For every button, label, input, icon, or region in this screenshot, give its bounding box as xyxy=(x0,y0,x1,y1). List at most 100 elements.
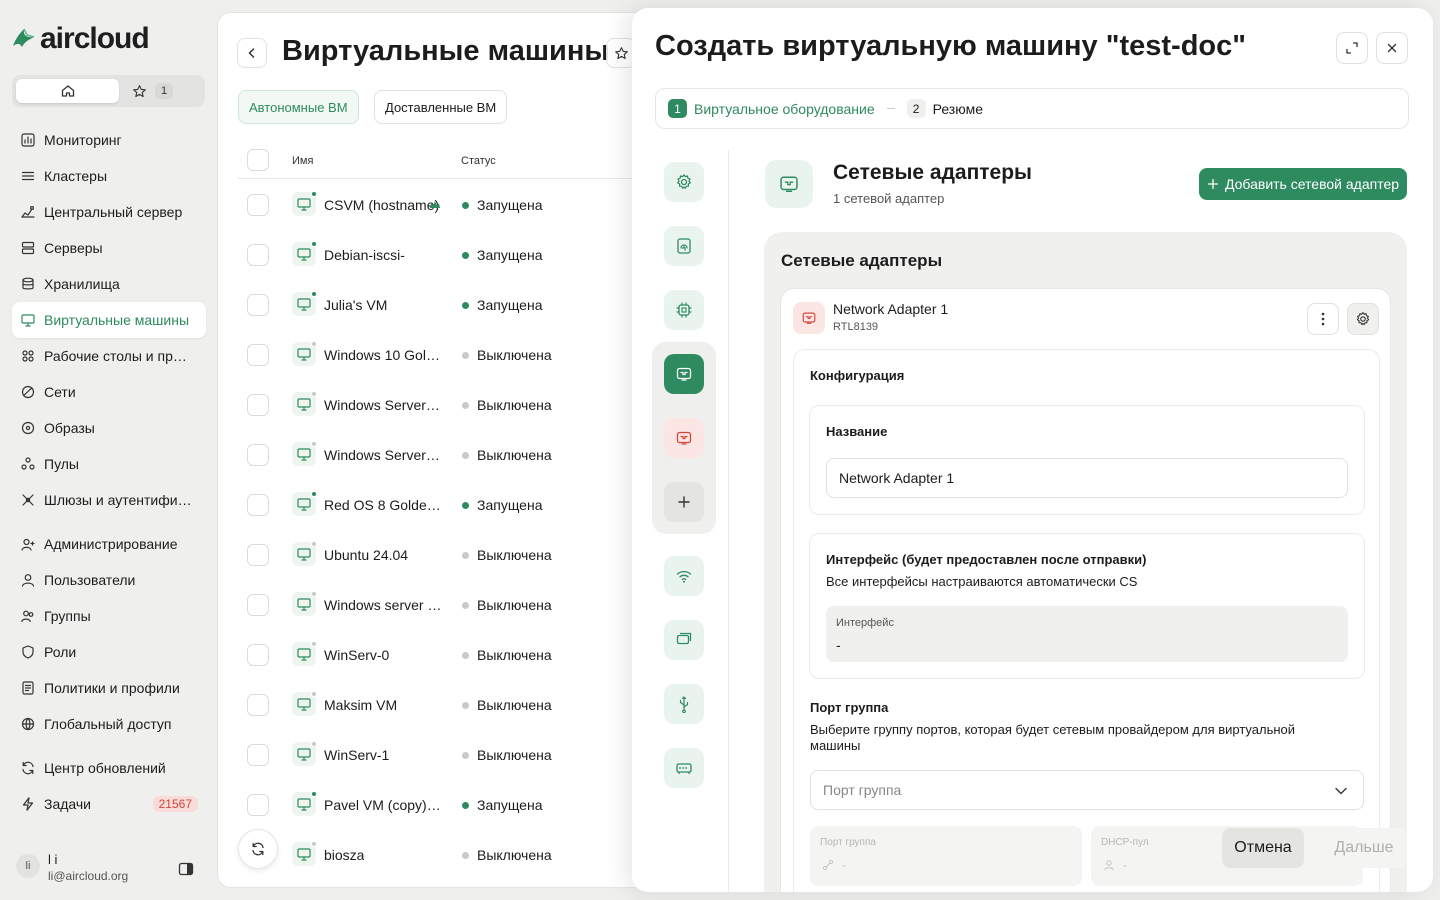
table-row[interactable]: Red OS 8 Golden Image Запущена xyxy=(238,480,696,530)
column-name[interactable]: Имя xyxy=(292,155,313,167)
sidebar-item[interactable]: Политики и профили xyxy=(12,670,206,706)
sidebar-item[interactable]: Серверы xyxy=(12,230,206,266)
row-checkbox[interactable] xyxy=(247,744,269,766)
table-row[interactable]: WinServ-0 Выключена xyxy=(238,630,696,680)
sidebar-item[interactable]: Глобальный доступ xyxy=(12,706,206,742)
refresh-button[interactable] xyxy=(238,829,278,869)
table-row[interactable]: CSVM (hostname) Запущена xyxy=(238,180,696,230)
vm-name[interactable]: Debian-iscsi- xyxy=(324,247,405,263)
row-checkbox[interactable] xyxy=(247,644,269,666)
sidebar-item[interactable]: Виртуальные машины xyxy=(12,302,206,338)
table-row[interactable]: Windows 10 Golden Выключена xyxy=(238,330,696,380)
add-network-adapter-button[interactable]: Добавить сетевой адаптер xyxy=(1199,168,1407,200)
table-row[interactable]: Windows Server 2022 Выключена xyxy=(238,380,696,430)
next-button[interactable]: Дальше xyxy=(1321,828,1407,868)
row-checkbox[interactable] xyxy=(247,594,269,616)
logo[interactable]: aircloud xyxy=(10,22,150,56)
category-general[interactable] xyxy=(664,162,704,202)
category-network-adapter-1[interactable] xyxy=(664,418,704,458)
vm-name[interactable]: Maksim VM xyxy=(324,697,397,713)
row-checkbox[interactable] xyxy=(247,244,269,266)
favorites-button[interactable]: 1 xyxy=(132,79,174,103)
cancel-button[interactable]: Отмена xyxy=(1222,828,1304,868)
user-profile[interactable]: li l i li@aircloud.org xyxy=(16,852,206,884)
vm-name[interactable]: Windows Server 2019 xyxy=(324,447,442,463)
row-checkbox[interactable] xyxy=(247,694,269,716)
row-checkbox[interactable] xyxy=(247,494,269,516)
category-display[interactable] xyxy=(664,620,704,660)
sidebar-item[interactable]: Группы xyxy=(12,598,206,634)
add-adapter-shortcut[interactable] xyxy=(664,482,704,522)
port-group-select[interactable]: Порт группа xyxy=(810,770,1364,810)
tab-delivered-vms[interactable]: Доставленные ВМ xyxy=(374,90,508,124)
table-row[interactable]: Debian-iscsi- Запущена xyxy=(238,230,696,280)
world-icon xyxy=(20,716,36,732)
adapter-name-input[interactable]: Network Adapter 1 xyxy=(826,458,1348,498)
close-button[interactable] xyxy=(1376,32,1408,64)
sidebar-toggle-icon[interactable] xyxy=(178,861,194,877)
status-dot xyxy=(462,401,469,409)
sidebar-item[interactable]: Мониторинг xyxy=(12,122,206,158)
row-checkbox[interactable] xyxy=(247,544,269,566)
category-wireless[interactable] xyxy=(664,556,704,596)
sidebar-item[interactable]: Кластеры xyxy=(12,158,206,194)
step-summary[interactable]: 2 Резюме xyxy=(906,99,983,118)
row-checkbox[interactable] xyxy=(247,394,269,416)
quick-access: 1 xyxy=(12,75,205,107)
table-row[interactable]: Windows server full Выключена xyxy=(238,580,696,630)
table-row[interactable]: WinServ-1 Выключена xyxy=(238,730,696,780)
row-checkbox[interactable] xyxy=(247,294,269,316)
sidebar-item[interactable]: Сети xyxy=(12,374,206,410)
category-cpu[interactable] xyxy=(664,290,704,330)
sidebar-item[interactable]: Образы xyxy=(12,410,206,446)
sidebar-item[interactable]: Задачи 21567 xyxy=(12,786,206,822)
sidebar-item[interactable]: Рабочие столы и приложения xyxy=(12,338,206,374)
table-row[interactable]: Maksim VM Выключена xyxy=(238,680,696,730)
vm-name[interactable]: Pavel VM (copy) de xyxy=(324,797,442,813)
vm-name[interactable]: Julia's VM xyxy=(324,297,387,313)
network-icon xyxy=(20,204,36,220)
back-button[interactable] xyxy=(237,38,267,68)
sidebar-item[interactable]: Центр обновлений xyxy=(12,750,206,786)
vm-name[interactable]: CSVM (hostname) xyxy=(324,197,439,213)
row-checkbox[interactable] xyxy=(247,344,269,366)
table-row[interactable]: biosza Выключена xyxy=(238,830,696,880)
sidebar-item[interactable]: Хранилища xyxy=(12,266,206,302)
table-row[interactable]: Ubuntu 24.04 Выключена xyxy=(238,530,696,580)
table-row[interactable]: Julia's VM Запущена xyxy=(238,280,696,330)
category-security[interactable] xyxy=(664,226,704,266)
vm-name[interactable]: Ubuntu 24.04 xyxy=(324,547,408,563)
expand-button[interactable] xyxy=(1336,32,1368,64)
column-status[interactable]: Статус xyxy=(461,155,496,167)
step-hardware[interactable]: 1 Виртуальное оборудование xyxy=(668,99,875,118)
vm-name[interactable]: Windows server full xyxy=(324,597,442,613)
adapter-settings-button[interactable] xyxy=(1347,303,1379,335)
sidebar-item[interactable]: Пулы xyxy=(12,446,206,482)
select-all-checkbox[interactable] xyxy=(247,149,269,171)
sidebar-item[interactable]: Роли xyxy=(12,634,206,670)
home-button[interactable] xyxy=(16,79,119,103)
row-checkbox[interactable] xyxy=(247,444,269,466)
config-title: Конфигурация xyxy=(810,368,905,383)
vm-name[interactable]: WinServ-1 xyxy=(324,747,389,763)
category-memory[interactable] xyxy=(664,748,704,788)
row-checkbox[interactable] xyxy=(247,794,269,816)
vm-name[interactable]: Windows 10 Golden xyxy=(324,347,442,363)
sidebar-item[interactable]: Пользователи xyxy=(12,562,206,598)
table-row[interactable]: Pavel VM (copy) de Запущена xyxy=(238,780,696,830)
tab-standalone-vms[interactable]: Автономные ВМ xyxy=(238,90,359,124)
adapter-menu-button[interactable] xyxy=(1307,303,1339,335)
vm-monitor-icon xyxy=(292,241,317,266)
row-checkbox[interactable] xyxy=(247,194,269,216)
sidebar-item[interactable]: Центральный сервер xyxy=(12,194,206,230)
vm-name[interactable]: Red OS 8 Golden Image xyxy=(324,497,442,513)
category-usb[interactable] xyxy=(664,684,704,724)
vm-name[interactable]: WinServ-0 xyxy=(324,647,389,663)
vm-name[interactable]: biosza xyxy=(324,847,364,863)
table-row[interactable]: Windows Server 2019 Выключена xyxy=(238,430,696,480)
sidebar-item[interactable]: Администрирование xyxy=(12,526,206,562)
category-network-adapters[interactable] xyxy=(664,354,704,394)
sidebar-item[interactable]: Шлюзы и аутентификация xyxy=(12,482,206,518)
vm-status: Выключена xyxy=(462,597,552,613)
vm-name[interactable]: Windows Server 2022 xyxy=(324,397,442,413)
